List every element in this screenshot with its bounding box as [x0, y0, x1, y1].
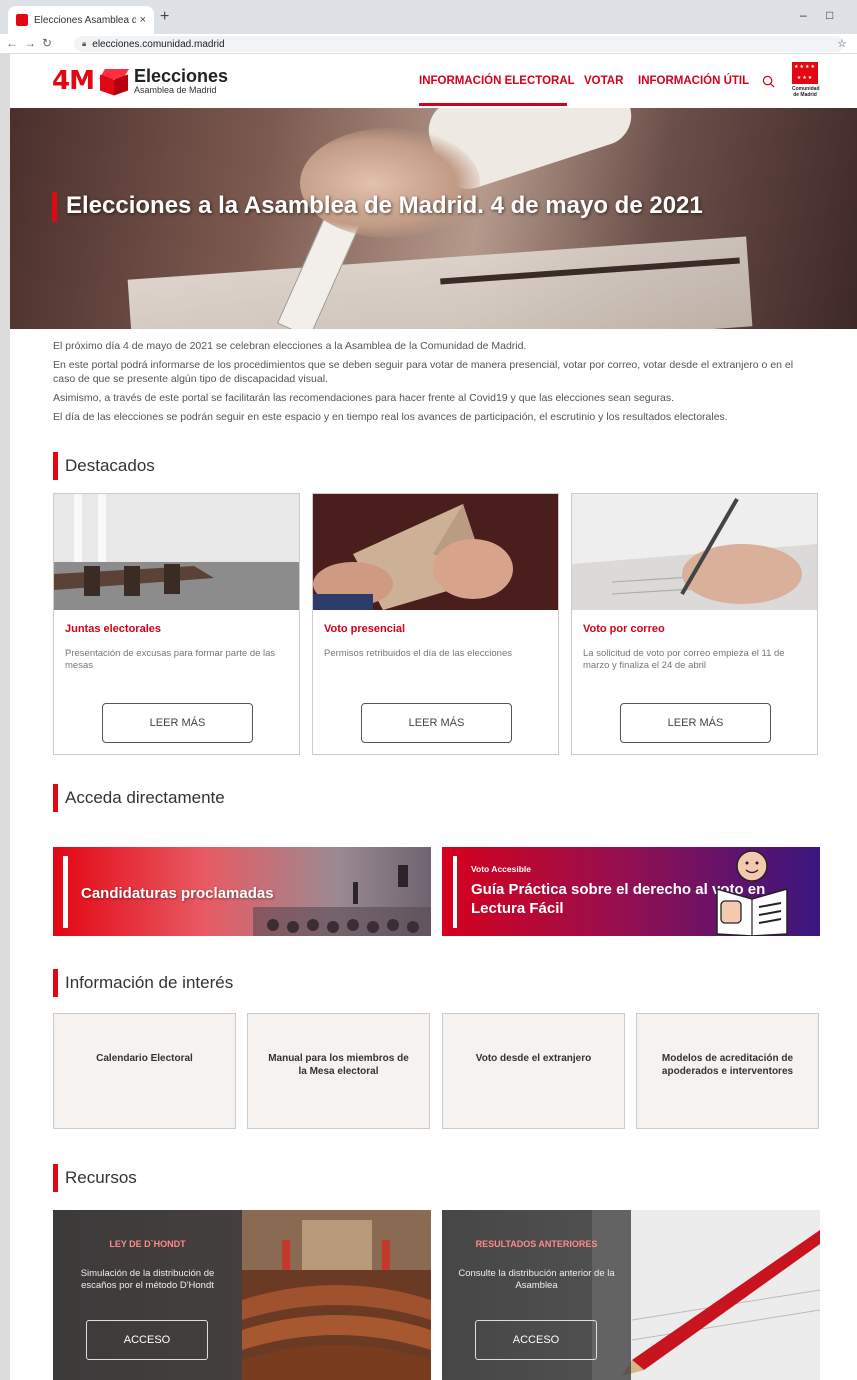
writing-hand-image: [572, 494, 817, 610]
browser-tabbar: Elecciones Asamblea de Madrid × + – □: [0, 0, 857, 34]
hero-banner: Elecciones a la Asamblea de Madrid. 4 de…: [10, 108, 857, 329]
card-description: La solicitud de voto por correo empieza …: [583, 648, 785, 671]
recurso-dhondt: LEY DE D`HONDT Simulación de la distribu…: [53, 1210, 431, 1380]
card-title[interactable]: Voto por correo: [583, 623, 665, 635]
info-calendario-electoral[interactable]: Calendario Electoral: [53, 1013, 236, 1129]
parliament-image: [242, 1210, 431, 1380]
nav-informacion-electoral[interactable]: INFORMACIÓN ELECTORAL: [419, 75, 575, 87]
audience-image: [253, 865, 431, 936]
stars-icon: ★★★★ ★★★: [792, 62, 818, 84]
url-input[interactable]: 🔒︎ elecciones.comunidad.madrid: [74, 36, 844, 52]
hero-title: Elecciones a la Asamblea de Madrid. 4 de…: [66, 192, 703, 219]
reload-icon[interactable]: ↻: [42, 36, 52, 50]
bookmark-star-icon[interactable]: ☆: [837, 37, 847, 50]
leer-mas-button[interactable]: LEER MÁS: [102, 703, 253, 743]
leer-mas-button[interactable]: LEER MÁS: [620, 703, 771, 743]
card-description: Presentación de excusas para formar part…: [65, 648, 276, 671]
nav-informacion-util[interactable]: INFORMACIÓN ÚTIL: [638, 75, 749, 87]
nav-active-indicator: [419, 103, 567, 106]
leer-mas-button[interactable]: LEER MÁS: [361, 703, 512, 743]
section-title-destacados: Destacados: [53, 452, 155, 480]
logo-4m: 4M: [52, 66, 95, 96]
recurso-description: Simulación de la distribución de escaños…: [80, 1268, 215, 1291]
nav-votar[interactable]: VOTAR: [584, 75, 623, 87]
info-label: Manual para los miembros de la Mesa elec…: [268, 1053, 409, 1077]
card-description: Permisos retribuidos el día de las elecc…: [324, 648, 512, 659]
intro-paragraph: El próximo día 4 de mayo de 2021 se cele…: [53, 340, 527, 352]
section-title-acceda: Acceda directamente: [53, 784, 225, 812]
card-title[interactable]: Juntas electorales: [65, 623, 161, 635]
acceso-button[interactable]: ACCESO: [86, 1320, 208, 1360]
address-bar: ← → ↻ 🔒︎ elecciones.comunidad.madrid ☆: [0, 34, 857, 54]
info-label: Calendario Electoral: [96, 1053, 193, 1064]
recurso-panel: RESULTADOS ANTERIORES Consulte la distri…: [442, 1210, 631, 1380]
tab-close-icon[interactable]: ×: [140, 14, 146, 26]
easy-read-icon: [716, 850, 788, 936]
section-title-text: Destacados: [65, 456, 155, 475]
site-logo[interactable]: 4M Elecciones Asamblea de Madrid: [52, 66, 228, 96]
favicon-icon: [16, 14, 28, 26]
intro-paragraph: Asimismo, a través de este portal se fac…: [53, 392, 674, 404]
intro-text: El próximo día 4 de mayo de 2021 se cele…: [53, 339, 813, 429]
envelope-hands-image: [313, 494, 558, 610]
info-label: Modelos de acreditación de apoderados e …: [661, 1053, 794, 1077]
banner-kicker: Voto Accesible: [471, 864, 531, 874]
card-voto-por-correo: Voto por correo La solicitud de voto por…: [571, 493, 818, 755]
hero-title-accent: [52, 192, 57, 222]
candidaturas-banner[interactable]: Candidaturas proclamadas: [53, 847, 431, 936]
section-title-text: Recursos: [65, 1168, 137, 1187]
banner-title: Candidaturas proclamadas: [81, 885, 274, 902]
browser-tab[interactable]: Elecciones Asamblea de Madrid ×: [8, 6, 154, 34]
logo-title: Elecciones: [133, 65, 229, 86]
ballot-box-icon: [98, 67, 130, 96]
section-title-text: Acceda directamente: [65, 788, 225, 807]
section-title-text: Información de interés: [65, 973, 234, 992]
web-page: 4M Elecciones Asamblea de Madrid INFORMA…: [10, 54, 857, 1380]
recurso-description: Consulte la distribución anterior de la …: [458, 1268, 615, 1291]
lectura-facil-banner[interactable]: Voto Accesible Guía Práctica sobre el de…: [442, 847, 820, 936]
card-voto-presencial: Voto presencial Permisos retribuidos el …: [312, 493, 559, 755]
intro-paragraph: En este portal podrá informarse de los p…: [53, 359, 794, 385]
recurso-panel: LEY DE D`HONDT Simulación de la distribu…: [53, 1210, 242, 1380]
logo-text: Elecciones Asamblea de Madrid: [133, 65, 229, 95]
card-title[interactable]: Voto presencial: [324, 623, 405, 635]
section-title-interes: Información de interés: [53, 969, 233, 997]
back-icon[interactable]: ←: [6, 36, 18, 50]
intro-paragraph: El día de las elecciones se podrán segui…: [53, 411, 728, 423]
forward-icon[interactable]: →: [24, 36, 36, 50]
minimize-icon[interactable]: –: [800, 8, 807, 22]
logo-subtitle: Asamblea de Madrid: [133, 84, 217, 95]
recurso-resultados-anteriores: RESULTADOS ANTERIORES Consulte la distri…: [442, 1210, 820, 1380]
lock-icon: 🔒︎: [82, 39, 87, 48]
acceso-button[interactable]: ACCESO: [475, 1320, 597, 1360]
site-header: 4M Elecciones Asamblea de Madrid INFORMA…: [10, 54, 857, 108]
section-title-recursos: Recursos: [53, 1164, 137, 1192]
comunidad-madrid-logo[interactable]: ★★★★ ★★★ Comunidad de Madrid: [792, 62, 820, 102]
recurso-title: RESULTADOS ANTERIORES: [475, 1239, 598, 1249]
recurso-title: LEY DE D`HONDT: [109, 1239, 186, 1249]
info-modelos-acreditacion[interactable]: Modelos de acreditación de apoderados e …: [636, 1013, 819, 1129]
info-manual-mesa[interactable]: Manual para los miembros de la Mesa elec…: [247, 1013, 430, 1129]
tab-title: Elecciones Asamblea de Madrid: [34, 14, 136, 26]
url-text: elecciones.comunidad.madrid: [92, 38, 225, 50]
search-icon[interactable]: [762, 75, 775, 88]
cm-logo-text: Comunidad de Madrid: [792, 86, 820, 98]
info-voto-extranjero[interactable]: Voto desde el extranjero: [442, 1013, 625, 1129]
card-juntas-electorales: Juntas electorales Presentación de excus…: [53, 493, 300, 755]
maximize-icon[interactable]: □: [826, 8, 833, 22]
meeting-room-image: [54, 494, 299, 610]
new-tab-button[interactable]: +: [160, 8, 169, 26]
info-label: Voto desde el extranjero: [475, 1053, 592, 1064]
